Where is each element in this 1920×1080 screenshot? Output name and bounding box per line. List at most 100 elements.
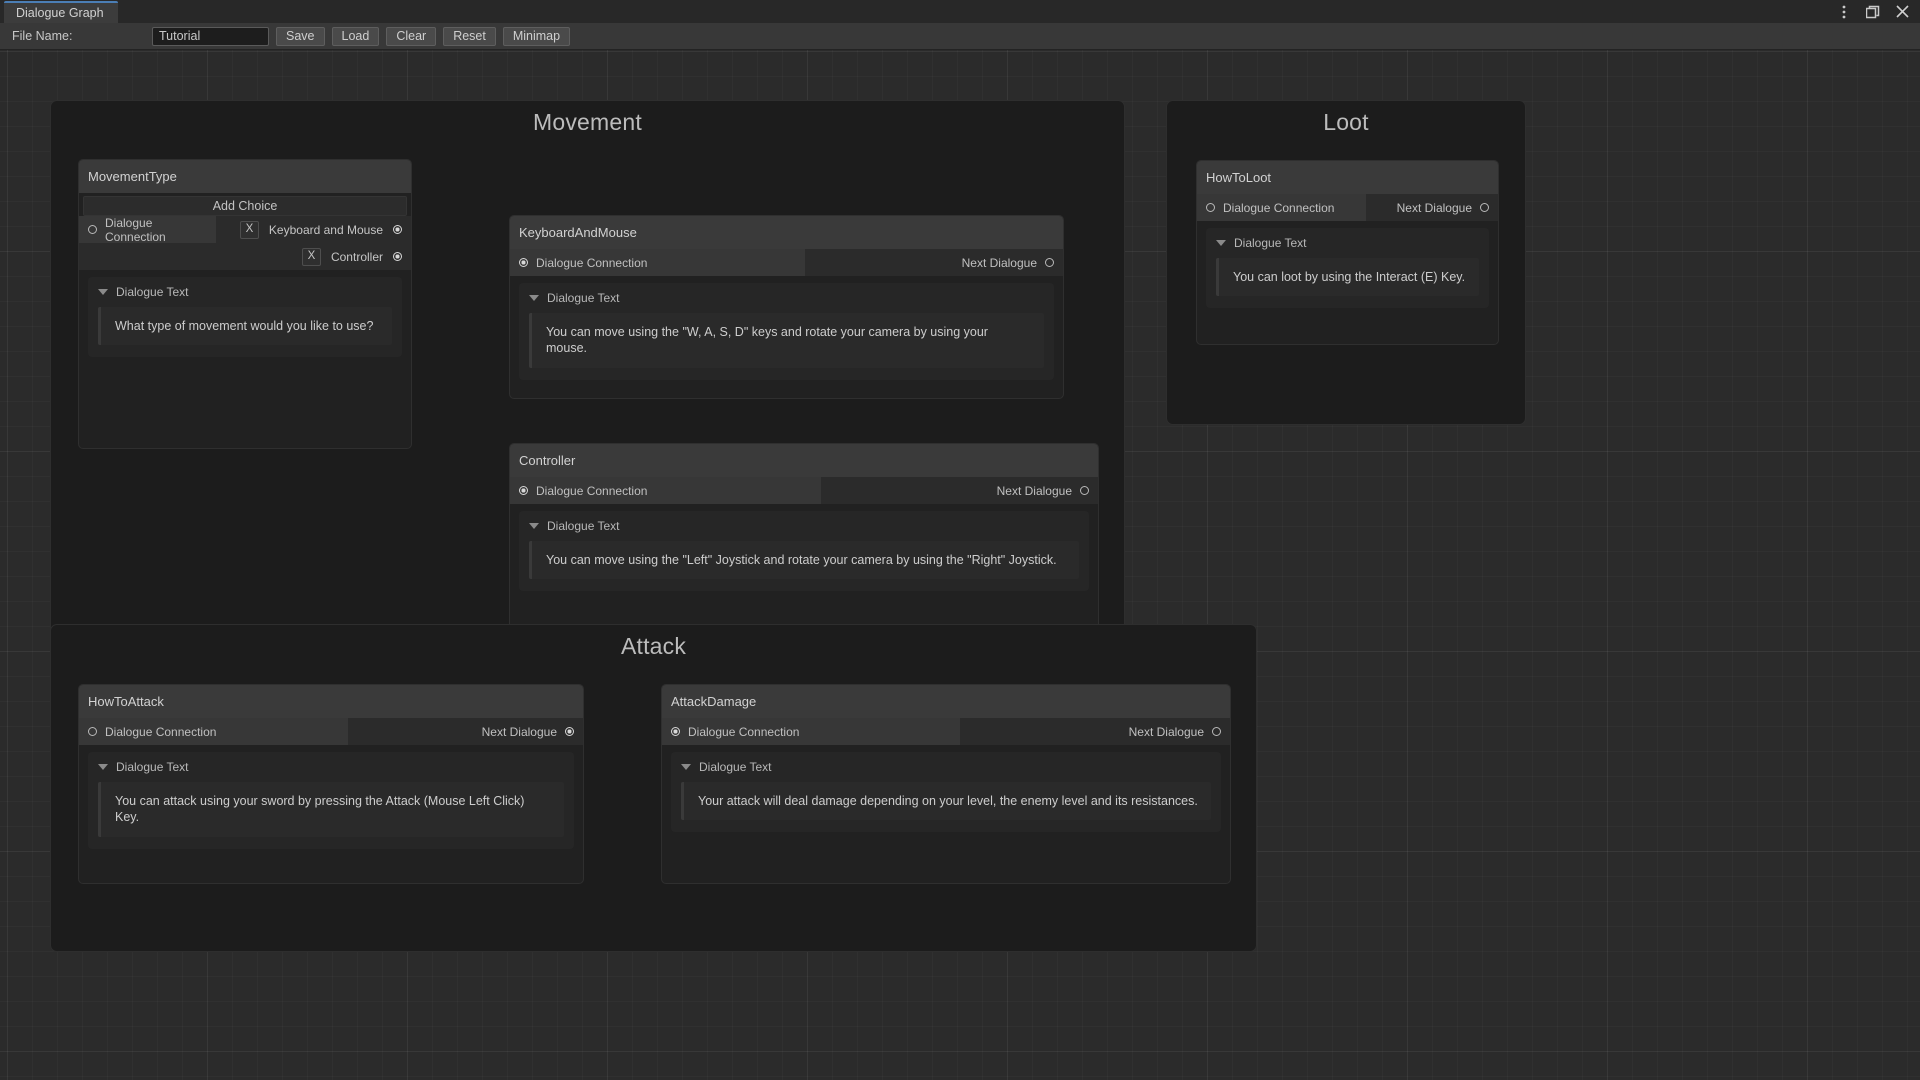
input-port-label: Dialogue Connection (688, 724, 800, 739)
input-port-dialogue-connection[interactable]: Dialogue Connection (1197, 194, 1366, 221)
node-how-to-loot[interactable]: HowToLoot Dialogue Connection Next Dialo… (1196, 160, 1499, 345)
input-port-label: Dialogue Connection (536, 255, 648, 270)
add-choice-button[interactable]: Add Choice (83, 196, 407, 216)
port-dot-icon[interactable] (1080, 486, 1089, 495)
input-port-dialogue-connection[interactable]: Dialogue Connection (79, 215, 216, 244)
port-dot-icon[interactable] (519, 258, 528, 267)
output-port-next-dialogue[interactable]: Next Dialogue (348, 718, 583, 745)
dialogue-text-header[interactable]: Dialogue Text (529, 291, 1044, 305)
choice-port-list: X Keyboard and Mouse X Controller (216, 216, 411, 270)
reset-button[interactable]: Reset (443, 26, 496, 46)
graph-toolbar: File Name: Save Load Clear Reset Minimap (0, 23, 1920, 50)
close-icon[interactable] (1894, 4, 1910, 20)
input-port-dialogue-connection[interactable]: Dialogue Connection (662, 718, 960, 745)
minimap-button[interactable]: Minimap (502, 26, 571, 46)
node-title: KeyboardAndMouse (510, 216, 1063, 249)
node-ports: Dialogue Connection Next Dialogue (1197, 194, 1498, 221)
chevron-down-icon[interactable] (681, 764, 691, 770)
chevron-down-icon[interactable] (1216, 240, 1226, 246)
dialogue-text-field[interactable]: What type of movement would you like to … (98, 307, 392, 346)
node-title: HowToAttack (79, 685, 583, 718)
port-dot-icon[interactable] (565, 727, 574, 736)
window-controls (1836, 2, 1910, 21)
dialogue-text-section: Dialogue Text You can move using the "Le… (519, 511, 1089, 592)
output-port-label: Next Dialogue (1396, 200, 1472, 215)
load-button[interactable]: Load (331, 26, 380, 46)
port-dot-icon[interactable] (393, 225, 402, 234)
tab-dialogue-graph[interactable]: Dialogue Graph (4, 1, 118, 23)
restore-window-icon[interactable] (1865, 4, 1881, 20)
output-port-next-dialogue[interactable]: Next Dialogue (805, 249, 1063, 276)
file-name-input[interactable] (152, 26, 269, 46)
remove-choice-button[interactable]: X (301, 247, 321, 266)
port-dot-icon[interactable] (519, 486, 528, 495)
port-dot-icon[interactable] (1045, 258, 1054, 267)
port-dot-icon[interactable] (671, 727, 680, 736)
node-keyboard-and-mouse[interactable]: KeyboardAndMouse Dialogue Connection Nex… (509, 215, 1064, 399)
output-port-next-dialogue[interactable]: Next Dialogue (960, 718, 1230, 745)
window-titlebar: Dialogue Graph (0, 0, 1920, 23)
choice-row[interactable]: X Keyboard and Mouse (216, 216, 411, 243)
input-port-dialogue-connection[interactable]: Dialogue Connection (79, 718, 348, 745)
input-port-label: Dialogue Connection (105, 215, 166, 244)
node-movement-type[interactable]: MovementType Add Choice Dialogue Connect… (78, 159, 412, 449)
input-port-label: Dialogue Connection (536, 483, 648, 498)
output-port-label: Next Dialogue (996, 483, 1072, 498)
dialogue-text-header[interactable]: Dialogue Text (98, 285, 392, 299)
node-ports: Dialogue Connection Next Dialogue (510, 477, 1098, 504)
dialogue-text-field[interactable]: You can loot by using the Interact (E) K… (1216, 258, 1479, 297)
dialogue-text-header[interactable]: Dialogue Text (529, 519, 1079, 533)
choice-row[interactable]: X Controller (216, 243, 411, 270)
dialogue-text-label: Dialogue Text (547, 519, 620, 533)
output-port-next-dialogue[interactable]: Next Dialogue (821, 477, 1098, 504)
tab-label: Dialogue Graph (16, 6, 104, 20)
chevron-down-icon[interactable] (529, 295, 539, 301)
port-dot-icon[interactable] (393, 252, 402, 261)
chevron-down-icon[interactable] (529, 523, 539, 529)
dialogue-text-label: Dialogue Text (116, 285, 189, 299)
dialogue-text-label: Dialogue Text (547, 291, 620, 305)
chevron-down-icon[interactable] (98, 289, 108, 295)
dialogue-text-field[interactable]: You can move using the "W, A, S, D" keys… (529, 313, 1044, 368)
output-port-next-dialogue[interactable]: Next Dialogue (1366, 194, 1498, 221)
kebab-menu-icon[interactable] (1836, 4, 1852, 20)
node-attack-damage[interactable]: AttackDamage Dialogue Connection Next Di… (661, 684, 1231, 884)
port-dot-icon[interactable] (1480, 203, 1489, 212)
dialogue-text-field[interactable]: Your attack will deal damage depending o… (681, 782, 1211, 821)
chevron-down-icon[interactable] (98, 764, 108, 770)
node-title: Controller (510, 444, 1098, 477)
dialogue-text-field[interactable]: You can attack using your sword by press… (98, 782, 564, 837)
input-port-label: Dialogue Connection (105, 724, 217, 739)
node-ports: Dialogue Connection X Keyboard and Mouse… (79, 216, 411, 270)
port-dot-icon[interactable] (1212, 727, 1221, 736)
node-how-to-attack[interactable]: HowToAttack Dialogue Connection Next Dia… (78, 684, 584, 884)
dialogue-text-section: Dialogue Text You can loot by using the … (1206, 228, 1489, 309)
dialogue-text-field[interactable]: You can move using the "Left" Joystick a… (529, 541, 1079, 580)
group-title-attack: Attack (620, 633, 687, 659)
output-port-label: Next Dialogue (1128, 724, 1204, 739)
input-port-label: Dialogue Connection (1223, 200, 1335, 215)
graph-canvas[interactable]: Movement MovementType Add Choice Dialogu… (0, 50, 1920, 1080)
dialogue-text-section: Dialogue Text You can attack using your … (88, 752, 574, 849)
dialogue-text-label: Dialogue Text (1234, 236, 1307, 250)
group-title-loot: Loot (1323, 109, 1369, 135)
dialogue-text-header[interactable]: Dialogue Text (1216, 236, 1479, 250)
dialogue-graph-window: Dialogue Graph File Name: Save Load Clea… (0, 0, 1920, 1080)
clear-button[interactable]: Clear (386, 26, 437, 46)
input-port-dialogue-connection[interactable]: Dialogue Connection (510, 477, 821, 504)
dialogue-text-section: Dialogue Text You can move using the "W,… (519, 283, 1054, 380)
input-port-dialogue-connection[interactable]: Dialogue Connection (510, 249, 805, 276)
node-title: MovementType (79, 160, 411, 193)
save-button[interactable]: Save (276, 26, 325, 46)
port-dot-icon[interactable] (88, 727, 97, 736)
port-dot-icon[interactable] (88, 225, 97, 234)
dialogue-text-header[interactable]: Dialogue Text (98, 760, 564, 774)
node-title: AttackDamage (662, 685, 1230, 718)
remove-choice-button[interactable]: X (239, 220, 259, 239)
file-name-label: File Name: (12, 29, 73, 43)
dialogue-text-label: Dialogue Text (699, 760, 772, 774)
dialogue-text-section: Dialogue Text What type of movement woul… (88, 277, 402, 358)
port-dot-icon[interactable] (1206, 203, 1215, 212)
node-controller[interactable]: Controller Dialogue Connection Next Dial… (509, 443, 1099, 629)
dialogue-text-header[interactable]: Dialogue Text (681, 760, 1211, 774)
